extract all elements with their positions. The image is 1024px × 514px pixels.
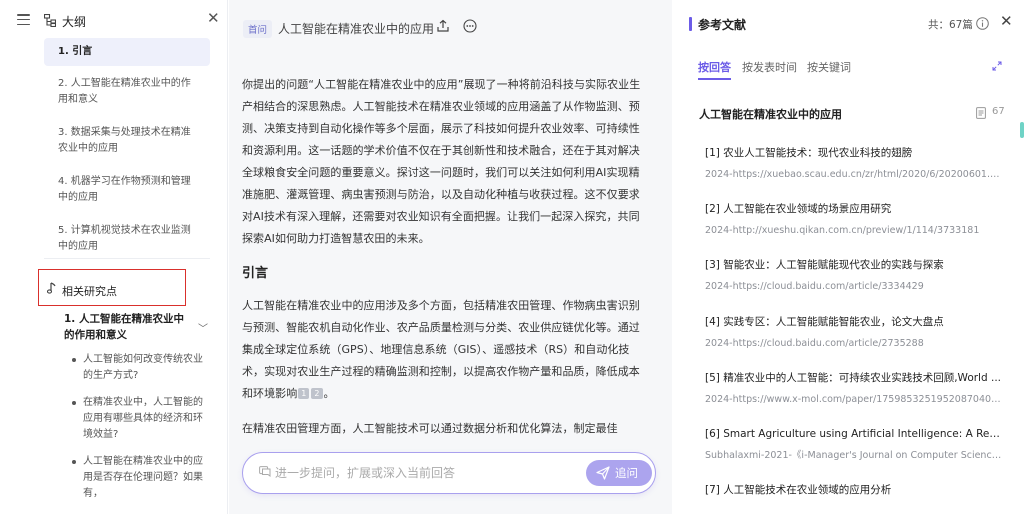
- outline-item-role[interactable]: 2. 人工智能在精准农业中的作用和意义: [44, 69, 210, 115]
- reference-title[interactable]: [3] 智能农业：人工智能赋能现代农业的实践与探索: [705, 257, 1001, 273]
- more-icon[interactable]: [463, 19, 477, 33]
- body-text: 人工智能在精准农业中的应用涉及多个方面，包括精准农田管理、作物病虫害识别与预测、…: [242, 299, 640, 400]
- reference-title[interactable]: [2] 人工智能在农业领域的场景应用研究: [705, 201, 1001, 217]
- reference-list: [1] 农业人工智能技术：现代农业科技的翅膀 2024-https://xueb…: [705, 145, 1005, 514]
- reference-section-count: 67: [992, 106, 1005, 117]
- follow-up-button[interactable]: 追问: [586, 460, 652, 486]
- research-question-list: 人工智能如何改变传统农业的生产方式? 在精准农业中，人工智能的应用有哪些具体的经…: [70, 352, 212, 513]
- follow-up-button-label: 追问: [615, 466, 638, 480]
- follow-up-input[interactable]: [275, 462, 575, 484]
- references-count: 共：67篇: [928, 19, 973, 31]
- reference-section-title: 人工智能在精准农业中的应用: [699, 108, 842, 121]
- scroll-indicator[interactable]: [1020, 122, 1024, 138]
- references-panel: 参考文献 共：67篇 ✕ 按回答 按发表时间 按关键词 人工智能在精准农业中的应…: [672, 0, 1024, 514]
- reference-title[interactable]: [6] Smart Agriculture using Artificial I…: [705, 426, 1001, 442]
- section-heading: 引言: [242, 266, 269, 281]
- close-icon[interactable]: ✕: [207, 11, 220, 26]
- reference-item[interactable]: [2] 人工智能在农业领域的场景应用研究 2024-http://xueshu.…: [705, 201, 1005, 257]
- outline-item-intro[interactable]: 1. 引言: [44, 38, 210, 66]
- reference-title[interactable]: [5] 精准农业中的人工智能：可持续农业实践技术回顾,World ...: [705, 370, 1001, 386]
- body-paragraph: 在精准农田管理方面，人工智能技术可以通过数据分析和优化算法，制定最佳: [242, 422, 618, 435]
- related-research-label: 相关研究点: [62, 285, 117, 298]
- reference-item[interactable]: [6] Smart Agriculture using Artificial I…: [705, 426, 1005, 482]
- menu-icon[interactable]: [17, 14, 30, 26]
- reference-title[interactable]: [4] 实践专区：人工智能赋能智能农业，论文大盘点: [705, 314, 1001, 330]
- outline-item-vision[interactable]: 5. 计算机视觉技术在农业监测中的应用: [44, 216, 210, 262]
- outline-item-ml[interactable]: 4. 机器学习在作物预测和管理中的应用: [44, 167, 210, 213]
- outline-header: 大纲 ✕: [0, 0, 227, 42]
- research-question[interactable]: 人工智能如何改变传统农业的生产方式?: [70, 352, 212, 384]
- reference-item[interactable]: [4] 实践专区：人工智能赋能智能农业，论文大盘点 2024-https://c…: [705, 314, 1005, 370]
- research-question[interactable]: 在精准农业中，人工智能的应用有哪些具体的经济和环境效益?: [70, 395, 212, 443]
- citation-badge[interactable]: 1: [298, 388, 310, 399]
- first-question-tag[interactable]: 首问: [243, 20, 273, 38]
- reference-title[interactable]: [7] 人工智能技术在农业领域的应用分析: [705, 482, 1001, 498]
- reference-source: 2024-http://xueshu.qikan.com.cn/preview/…: [705, 225, 980, 237]
- main-content: 首问 人工智能在精准农业中的应用 你提出的问题“人工智能在精准农业中的应用”展现…: [229, 0, 672, 514]
- reference-title[interactable]: [1] 农业人工智能技术：现代农业科技的翅膀: [705, 145, 1001, 161]
- reference-source: 2024-https://cloud.baidu.com/article/333…: [705, 281, 924, 293]
- reference-source: 2024-https://xuebao.scau.edu.cn/zr/html/…: [705, 169, 1003, 180]
- chevron-down-icon[interactable]: ﹀: [198, 320, 208, 335]
- answer-content: 你提出的问题“人工智能在精准农业中的应用”展现了一种将前沿科技与实际农业生产相结…: [242, 74, 642, 453]
- reference-item[interactable]: [3] 智能农业：人工智能赋能现代农业的实践与探索 2024-https://c…: [705, 257, 1005, 313]
- music-note-icon: [47, 282, 56, 294]
- share-icon[interactable]: [436, 19, 450, 33]
- outline-title: 大纲: [62, 15, 87, 29]
- tab-by-date[interactable]: 按发表时间: [742, 59, 797, 75]
- reference-source: Subhalaxmi-2021-《i-Manager's Journal on …: [705, 449, 1003, 461]
- document-icon: [976, 107, 986, 119]
- send-icon: [596, 466, 610, 480]
- main-header: 首问 人工智能在精准农业中的应用: [229, 0, 672, 56]
- reference-source: 2024-https://cloud.baidu.com/article/273…: [705, 337, 924, 349]
- related-research-button[interactable]: 相关研究点: [38, 269, 186, 306]
- reference-item[interactable]: [7] 人工智能技术在农业领域的应用分析: [705, 482, 1005, 514]
- title-accent-bar: [689, 17, 692, 31]
- info-icon[interactable]: [976, 17, 989, 30]
- tab-by-answer[interactable]: 按回答: [698, 59, 731, 80]
- chat-icon: [259, 466, 271, 477]
- research-question[interactable]: 人工智能在精准农业中的应用是否存在伦理问题？如果有，: [70, 454, 212, 502]
- reference-item[interactable]: [5] 精准农业中的人工智能：可持续农业实践技术回顾,World ... 202…: [705, 370, 1005, 426]
- research-question-title[interactable]: 1. 人工智能在精准农业中的作用和意义: [64, 311, 194, 343]
- references-title: 参考文献: [698, 18, 747, 32]
- body-text-end: 。: [323, 387, 335, 400]
- outline-item-data[interactable]: 3. 数据采集与处理技术在精准农业中的应用: [44, 118, 210, 164]
- divider: [44, 258, 210, 259]
- reference-item[interactable]: [1] 农业人工智能技术：现代农业科技的翅膀 2024-https://xueb…: [705, 145, 1005, 201]
- follow-up-box: 追问: [242, 452, 656, 494]
- citation-badge[interactable]: 2: [311, 388, 323, 399]
- close-icon[interactable]: ✕: [1000, 14, 1013, 29]
- page-title: 人工智能在精准农业中的应用: [278, 22, 435, 36]
- outline-panel: 大纲 ✕ 1. 引言 2. 人工智能在精准农业中的作用和意义 3. 数据采集与处…: [0, 0, 228, 514]
- outline-list: 1. 引言 2. 人工智能在精准农业中的作用和意义 3. 数据采集与处理技术在精…: [44, 38, 210, 265]
- body-paragraph: 人工智能在精准农业中的应用涉及多个方面，包括精准农田管理、作物病虫害识别与预测、…: [242, 295, 642, 405]
- intro-paragraph: 你提出的问题“人工智能在精准农业中的应用”展现了一种将前沿科技与实际农业生产相结…: [242, 78, 641, 245]
- reference-source: 2024-https://www.x-mol.com/paper/1759853…: [705, 393, 1003, 405]
- expand-icon[interactable]: [992, 61, 1002, 71]
- outline-icon: [44, 14, 56, 27]
- tab-by-keyword[interactable]: 按关键词: [807, 59, 851, 75]
